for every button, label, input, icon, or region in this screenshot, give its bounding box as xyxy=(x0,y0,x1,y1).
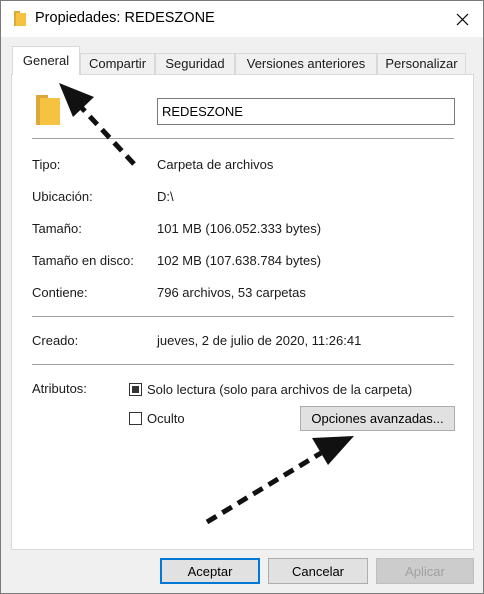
window-title: Propiedades: REDESZONE xyxy=(35,10,215,26)
title-bar: Propiedades: REDESZONE xyxy=(1,1,483,37)
cancel-button[interactable]: Cancelar xyxy=(268,558,368,584)
folder-name-input[interactable] xyxy=(157,98,455,125)
size-value: 101 MB (106.052.333 bytes) xyxy=(157,221,322,236)
folder-icon xyxy=(36,95,60,125)
readonly-label: Solo lectura (solo para archivos de la c… xyxy=(147,382,413,397)
tab-personalizar-label: Personalizar xyxy=(385,56,458,71)
general-panel: Tipo: Carpeta de archivos Ubicación: D:\… xyxy=(11,74,474,550)
apply-button[interactable]: Aplicar xyxy=(376,558,474,584)
tab-general-label: General xyxy=(22,53,70,68)
contains-label: Contiene: xyxy=(32,285,88,300)
size-label: Tamaño: xyxy=(32,221,82,236)
close-icon[interactable] xyxy=(447,4,477,34)
created-label: Creado: xyxy=(32,333,79,348)
hidden-checkbox[interactable] xyxy=(129,412,142,425)
contains-value: 796 archivos, 53 carpetas xyxy=(157,285,306,300)
divider xyxy=(32,316,454,317)
size-on-disk-label: Tamaño en disco: xyxy=(32,253,134,268)
attributes-label: Atributos: xyxy=(32,381,87,396)
type-label: Tipo: xyxy=(32,157,61,172)
tab-personalizar[interactable]: Personalizar xyxy=(377,53,466,74)
hidden-label: Oculto xyxy=(147,411,185,426)
readonly-checkbox[interactable] xyxy=(129,383,142,396)
tab-compartir-label: Compartir xyxy=(88,56,147,71)
tab-versiones-label: Versiones anteriores xyxy=(246,56,366,71)
tab-seguridad[interactable]: Seguridad xyxy=(155,53,235,74)
folder-icon xyxy=(14,11,26,26)
tab-seguridad-label: Seguridad xyxy=(165,56,225,71)
created-value: jueves, 2 de julio de 2020, 11:26:41 xyxy=(157,333,362,348)
size-on-disk-value: 102 MB (107.638.784 bytes) xyxy=(157,253,322,268)
location-value: D:\ xyxy=(157,189,174,204)
tab-versiones-anteriores[interactable]: Versiones anteriores xyxy=(235,53,377,74)
accept-button[interactable]: Aceptar xyxy=(160,558,260,584)
advanced-options-button[interactable]: Opciones avanzadas... xyxy=(300,406,455,431)
type-value: Carpeta de archivos xyxy=(157,157,274,172)
divider xyxy=(32,138,454,139)
divider xyxy=(32,364,454,365)
properties-dialog: Propiedades: REDESZONE General Compartir… xyxy=(0,0,484,594)
location-label: Ubicación: xyxy=(32,189,93,204)
tab-compartir[interactable]: Compartir xyxy=(80,53,155,74)
tab-general[interactable]: General xyxy=(12,46,80,75)
